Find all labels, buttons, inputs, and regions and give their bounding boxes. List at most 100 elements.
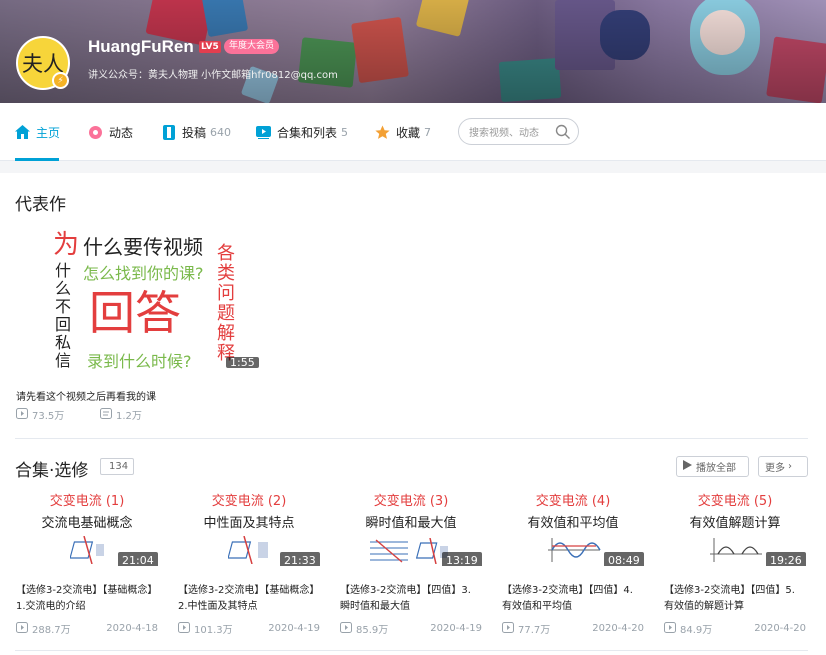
video-thumbnail[interactable]: 交变电流 (1) 交流电基础概念 21:04 xyxy=(16,486,158,566)
play-icon xyxy=(340,621,352,636)
divider xyxy=(15,650,808,651)
thumb-topic: 中性面及其特点 xyxy=(203,516,295,531)
video-views: 288.7万 xyxy=(32,625,71,636)
thumb-text-line3: 录到什么时候? xyxy=(87,352,192,371)
representative-title[interactable]: 请先看这个视频之后再看我的课 xyxy=(16,388,156,403)
video-duration: 21:33 xyxy=(280,552,320,566)
thumb-series-label: 交变电流 (3) xyxy=(373,494,449,509)
video-views: 84.9万 xyxy=(680,625,713,636)
video-title[interactable]: 【选修3-2交流电】【四值】5.有效值的解题计算 xyxy=(664,583,804,615)
play-all-icon xyxy=(683,460,692,473)
chevron-right-icon: › xyxy=(788,461,792,472)
tab-dynamic[interactable]: 动态 xyxy=(88,122,133,142)
more-button[interactable]: 更多 › xyxy=(758,456,808,477)
star-icon xyxy=(375,125,390,140)
video-title[interactable]: 【选修3-2交流电】【基础概念】1.交流电的介绍 xyxy=(16,583,156,615)
coil-diagram-icon xyxy=(228,536,268,564)
home-icon xyxy=(15,125,30,140)
danmaku-count: 1.2万 xyxy=(116,411,142,422)
video-views: 77.7万 xyxy=(518,625,551,636)
play-icon xyxy=(502,621,514,636)
sine-wave-icon xyxy=(548,538,601,562)
section-gap xyxy=(0,161,826,173)
video-date: 2020-4-20 xyxy=(592,623,644,634)
thumb-series-label: 交变电流 (5) xyxy=(697,494,773,509)
profile-nav: 主页 动态 投稿 640 合集和列表 5 收藏 7 xyxy=(0,103,826,161)
video-duration: 13:19 xyxy=(442,552,482,566)
film-icon xyxy=(161,124,176,140)
video-date: 2020-4-18 xyxy=(106,623,158,634)
vip-badge[interactable]: 年度大会员 xyxy=(224,39,280,54)
field-lines-icon xyxy=(370,539,408,563)
representative-views: 73.5万 xyxy=(16,407,64,422)
playlist-icon xyxy=(256,125,271,140)
search-icon[interactable] xyxy=(555,124,571,140)
video-thumbnail[interactable]: 交变电流 (5) 有效值解题计算 19:26 xyxy=(664,486,806,566)
video-duration: 1:55 xyxy=(226,357,259,368)
tab-favorites[interactable]: 收藏 7 xyxy=(375,122,431,142)
video-duration: 08:49 xyxy=(604,552,644,566)
video-views: 85.9万 xyxy=(356,625,389,636)
representative-danmaku: 1.2万 xyxy=(100,407,142,422)
thumb-series-label: 交变电流 (4) xyxy=(535,494,611,509)
tab-favorites-count: 7 xyxy=(424,125,432,139)
thumb-series-label: 交变电流 (2) xyxy=(211,494,287,509)
video-thumbnail[interactable]: 交变电流 (3) 瞬时值和最大值 13:19 xyxy=(340,486,482,566)
play-icon xyxy=(16,621,28,636)
flower-icon xyxy=(88,125,103,140)
tab-uploads-count: 640 xyxy=(210,125,232,139)
danmaku-icon xyxy=(100,407,112,422)
tab-dynamic-label: 动态 xyxy=(109,125,134,140)
tab-uploads[interactable]: 投稿 640 xyxy=(161,122,231,142)
video-title[interactable]: 【选修3-2交流电】【四值】4.有效值和平均值 xyxy=(502,583,642,615)
lightning-icon: ⚡ xyxy=(52,72,69,89)
thumb-topic: 交流电基础概念 xyxy=(41,516,133,531)
play-icon xyxy=(178,621,190,636)
collection-count: 134 xyxy=(100,458,135,475)
thumb-topic: 有效值和平均值 xyxy=(527,516,619,531)
video-meta: 77.7万 2020-4-20 xyxy=(502,621,644,636)
thumb-topic: 瞬时值和最大值 xyxy=(365,516,457,531)
search-input[interactable]: 搜索视频、动态 xyxy=(458,118,579,145)
video-title[interactable]: 【选修3-2交流电】【基础概念】2.中性面及其特点 xyxy=(178,583,318,615)
tab-uploads-label: 投稿 xyxy=(182,125,207,140)
thumb-topic: 有效值解题计算 xyxy=(689,516,781,531)
divider xyxy=(15,438,808,439)
signature: 讲义公众号：黄夫人物理 小作文邮箱hfr0812@qq.com xyxy=(88,70,338,81)
coil-diagram-icon xyxy=(70,536,104,564)
video-duration: 21:04 xyxy=(118,552,158,566)
video-meta: 288.7万 2020-4-18 xyxy=(16,621,158,636)
level-badge: LV5 xyxy=(199,41,221,53)
video-thumbnail[interactable]: 交变电流 (2) 中性面及其特点 21:33 xyxy=(178,486,320,566)
play-all-button[interactable]: 播放全部 xyxy=(676,456,749,477)
representative-thumbnail[interactable]: 为 什么要传视频 什么不回私信 怎么找到你的课? 回答 录到什么时候? 各类问题… xyxy=(15,222,265,380)
search-placeholder: 搜索视频、动态 xyxy=(469,128,539,139)
video-thumbnail[interactable]: 交变电流 (4) 有效值和平均值 08:49 xyxy=(502,486,644,566)
video-duration: 19:26 xyxy=(766,552,806,566)
thumb-text-vertical-left: 什么不回私信 xyxy=(55,261,72,370)
tab-home-label: 主页 xyxy=(36,125,61,140)
play-all-label: 播放全部 xyxy=(696,463,736,474)
username[interactable]: HuangFuRen xyxy=(88,37,194,57)
video-meta: 85.9万 2020-4-19 xyxy=(340,621,482,636)
video-date: 2020-4-20 xyxy=(754,623,806,634)
views-count: 73.5万 xyxy=(32,411,65,422)
thumb-text-line1: 什么要传视频 xyxy=(83,235,203,259)
half-wave-icon xyxy=(710,538,762,562)
tab-favorites-label: 收藏 xyxy=(396,125,421,140)
video-meta: 84.9万 2020-4-20 xyxy=(664,621,806,636)
video-date: 2020-4-19 xyxy=(430,623,482,634)
tab-collections[interactable]: 合集和列表 5 xyxy=(256,122,348,142)
thumb-text-line2: 怎么找到你的课? xyxy=(83,264,204,283)
play-icon xyxy=(664,621,676,636)
tab-collections-label: 合集和列表 xyxy=(277,125,338,140)
thumb-text-big: 回答 xyxy=(89,286,181,340)
thumb-series-label: 交变电流 (1) xyxy=(49,494,125,509)
thumb-text-wei: 为 xyxy=(53,230,80,260)
video-title[interactable]: 【选修3-2交流电】【四值】3.瞬时值和最大值 xyxy=(340,583,480,615)
more-label: 更多 xyxy=(765,463,785,474)
play-icon xyxy=(16,407,28,422)
representative-heading: 代表作 xyxy=(15,195,66,215)
tab-home[interactable]: 主页 xyxy=(15,122,60,142)
collection-title[interactable]: 合集·选修 xyxy=(15,456,88,481)
